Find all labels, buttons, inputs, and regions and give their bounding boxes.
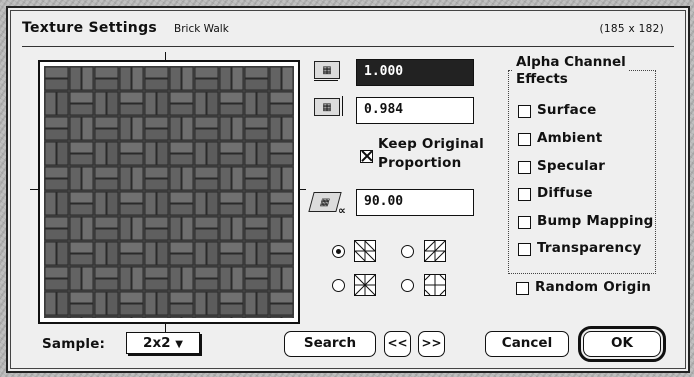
texture-settings-dialog: Texture Settings Brick Walk (185 x 182): [6, 6, 690, 373]
alpha-symbol-icon: ∝: [338, 204, 346, 217]
title-bar: Texture Settings Brick Walk (185 x 182): [22, 20, 674, 47]
vertical-arrow-line: [342, 96, 343, 116]
texture-preview[interactable]: [38, 60, 300, 324]
brick-texture-image: [44, 66, 294, 318]
alpha-channel-title-line2: Effects: [516, 71, 568, 87]
diffuse-checkbox[interactable]: [518, 188, 531, 201]
ok-button[interactable]: OK: [578, 326, 666, 362]
transparency-label: Transparency: [537, 240, 642, 256]
texture-dimensions: (185 x 182): [599, 23, 664, 35]
sample-popup[interactable]: 2x2 ▼: [126, 332, 200, 354]
pattern-radio-3[interactable]: [332, 279, 345, 292]
bump-mapping-label: Bump Mapping: [537, 213, 654, 229]
tile-pattern-2-icon: [424, 240, 446, 262]
surface-label: Surface: [537, 102, 597, 118]
sample-label: Sample:: [42, 336, 106, 352]
pattern-radio-2[interactable]: [401, 245, 414, 258]
brick-pattern-svg: [44, 66, 294, 318]
alpha-channel-title-line1: Alpha Channel: [516, 54, 626, 70]
previous-button[interactable]: <<: [384, 331, 411, 357]
horizontal-scale-icon: ▦: [314, 61, 340, 79]
ambient-checkbox[interactable]: [518, 133, 531, 146]
rotation-angle-icon: ▦: [308, 192, 342, 212]
diffuse-label: Diffuse: [537, 185, 593, 201]
specular-checkbox[interactable]: [518, 161, 531, 174]
angle-field[interactable]: 90.00: [356, 189, 474, 216]
bump-mapping-checkbox[interactable]: [518, 216, 531, 229]
preview-center-tick-bottom: [165, 324, 166, 332]
preview-center-tick-top: [165, 52, 166, 60]
cancel-button[interactable]: Cancel: [485, 331, 569, 357]
pattern-radio-4[interactable]: [401, 279, 414, 292]
transparency-checkbox[interactable]: [518, 243, 531, 256]
tile-pattern-4-icon: [424, 274, 446, 296]
chevron-down-icon: ▼: [175, 339, 183, 350]
random-origin-checkbox[interactable]: [516, 282, 529, 295]
dialog-title: Texture Settings: [22, 20, 158, 36]
sample-value: 2x2: [143, 335, 171, 351]
preview-center-tick-right: [298, 189, 306, 190]
keep-proportion-checkbox[interactable]: [360, 150, 373, 163]
pattern-radio-1[interactable]: [332, 245, 345, 258]
preview-center-tick-left: [30, 189, 38, 190]
random-origin-label: Random Origin: [535, 279, 652, 295]
keep-proportion-label-line2: Proportion: [378, 155, 462, 171]
texture-name: Brick Walk: [174, 23, 229, 35]
vertical-scale-field[interactable]: 0.984: [356, 97, 474, 124]
alpha-channel-group-title: Alpha Channel Effects: [513, 54, 629, 88]
horizontal-arrow-line: [314, 80, 338, 81]
tile-pattern-3-icon: [354, 274, 376, 296]
surface-checkbox[interactable]: [518, 105, 531, 118]
vertical-scale-icon: ▦: [314, 98, 340, 116]
horizontal-scale-field[interactable]: 1.000: [356, 59, 474, 86]
ambient-label: Ambient: [537, 130, 603, 146]
tile-pattern-1-icon: [354, 240, 376, 262]
search-button[interactable]: Search: [284, 331, 376, 357]
specular-label: Specular: [537, 158, 606, 174]
keep-proportion-label-line1: Keep Original: [378, 136, 484, 152]
next-button[interactable]: >>: [418, 331, 445, 357]
